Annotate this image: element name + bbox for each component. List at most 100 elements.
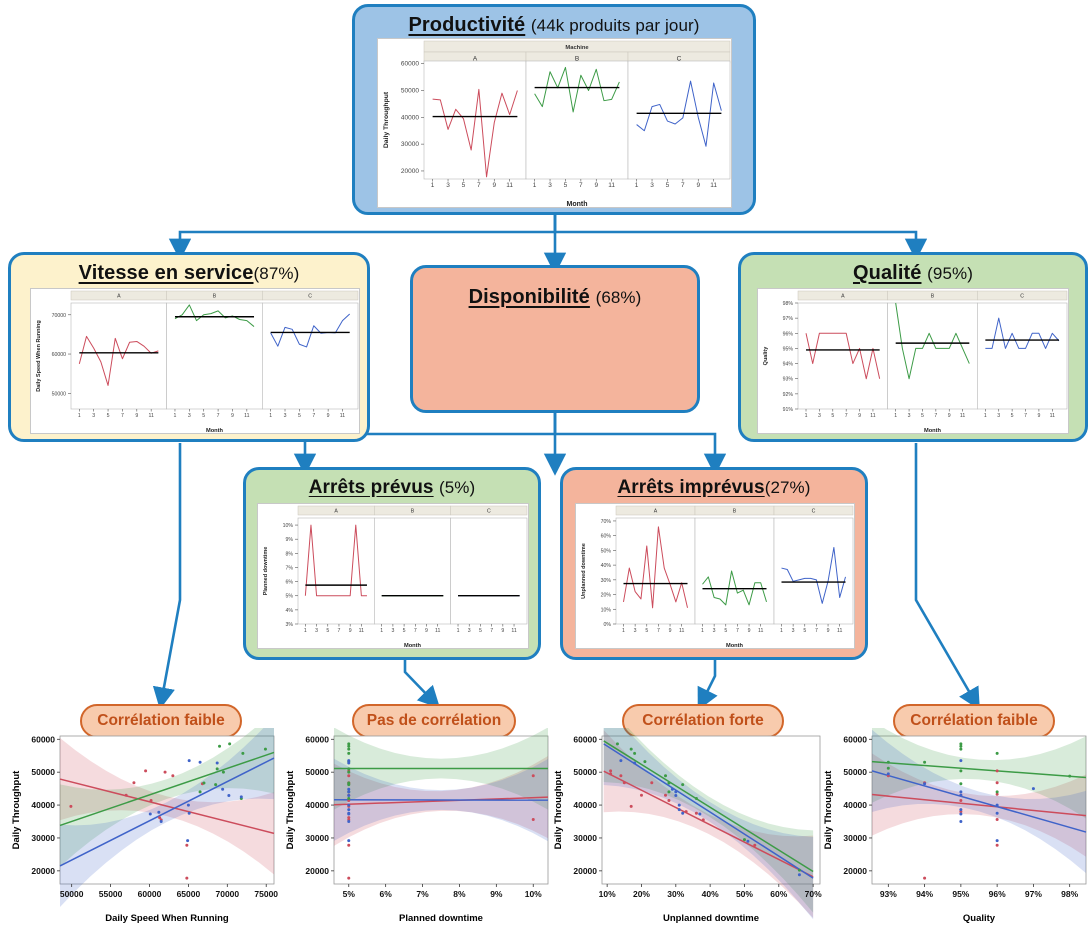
svg-text:3: 3 bbox=[713, 628, 716, 634]
svg-text:11: 11 bbox=[1050, 413, 1055, 419]
svg-text:6%: 6% bbox=[380, 889, 393, 899]
svg-text:60000: 60000 bbox=[305, 734, 329, 744]
svg-text:7%: 7% bbox=[416, 889, 429, 899]
svg-text:11: 11 bbox=[679, 628, 684, 634]
svg-text:3: 3 bbox=[548, 182, 552, 189]
svg-text:A: A bbox=[117, 294, 121, 300]
node-arrets-prevus-title: Arrêts prévus (5%) bbox=[308, 477, 476, 498]
svg-text:9: 9 bbox=[594, 182, 598, 189]
svg-text:30%: 30% bbox=[667, 889, 684, 899]
svg-text:50000: 50000 bbox=[52, 391, 67, 397]
svg-text:30000: 30000 bbox=[401, 141, 419, 148]
svg-text:1: 1 bbox=[269, 413, 272, 419]
svg-text:7: 7 bbox=[1024, 413, 1027, 419]
svg-text:50000: 50000 bbox=[31, 767, 55, 777]
chart-vitesse: A B C 50000 60000 70000 Daily Speed When Runni… bbox=[30, 288, 360, 434]
node-productivite-title: Productivité (44k produits par jour) bbox=[408, 14, 700, 36]
svg-text:5: 5 bbox=[921, 413, 924, 419]
svg-text:10%: 10% bbox=[283, 523, 294, 529]
svg-text:10%: 10% bbox=[601, 607, 612, 613]
svg-text:1: 1 bbox=[984, 413, 987, 419]
svg-text:7: 7 bbox=[217, 413, 220, 419]
chart-productivite: Machine A B C 20000 30000 40000 50000 60000 Daily… bbox=[377, 38, 732, 208]
svg-text:7: 7 bbox=[845, 413, 848, 419]
svg-text:60000: 60000 bbox=[401, 61, 419, 68]
svg-text:7: 7 bbox=[681, 182, 685, 189]
svg-text:40%: 40% bbox=[601, 563, 612, 569]
svg-text:9: 9 bbox=[1037, 413, 1040, 419]
svg-text:Daily Throughput: Daily Throughput bbox=[823, 770, 834, 849]
svg-text:20000: 20000 bbox=[31, 866, 55, 876]
node-disponibilite[interactable]: Disponibilité (68%) bbox=[410, 265, 700, 413]
svg-text:94%: 94% bbox=[783, 362, 794, 368]
svg-text:91%: 91% bbox=[783, 407, 794, 413]
svg-text:Daily Throughput: Daily Throughput bbox=[11, 770, 22, 849]
svg-text:Month: Month bbox=[206, 428, 224, 434]
svg-text:95%: 95% bbox=[783, 346, 794, 352]
svg-text:11: 11 bbox=[359, 628, 364, 634]
svg-text:A: A bbox=[334, 509, 338, 515]
svg-text:20000: 20000 bbox=[573, 866, 597, 876]
svg-text:95%: 95% bbox=[952, 889, 969, 899]
svg-text:70%: 70% bbox=[601, 519, 612, 525]
svg-text:9%: 9% bbox=[490, 889, 503, 899]
svg-text:5: 5 bbox=[326, 628, 329, 634]
svg-text:9: 9 bbox=[349, 628, 352, 634]
svg-text:9: 9 bbox=[327, 413, 330, 419]
svg-text:20000: 20000 bbox=[843, 866, 867, 876]
svg-text:3: 3 bbox=[908, 413, 911, 419]
scatter-speed: 20000 30000 40000 50000 60000 50000 55000 60000… bbox=[8, 728, 280, 926]
svg-text:1: 1 bbox=[304, 628, 307, 634]
svg-text:3: 3 bbox=[188, 413, 191, 419]
svg-text:B: B bbox=[213, 294, 217, 300]
svg-text:3: 3 bbox=[650, 182, 654, 189]
svg-text:7: 7 bbox=[815, 628, 818, 634]
svg-text:9: 9 bbox=[501, 628, 504, 634]
svg-text:5: 5 bbox=[666, 182, 670, 189]
scatter-quality: 20000 30000 40000 50000 60000 93% 94% 95% 96% 97%… bbox=[820, 728, 1092, 926]
svg-text:3: 3 bbox=[468, 628, 471, 634]
svg-text:1: 1 bbox=[701, 628, 704, 634]
svg-text:1: 1 bbox=[894, 413, 897, 419]
svg-text:3: 3 bbox=[315, 628, 318, 634]
svg-text:3%: 3% bbox=[286, 622, 294, 628]
scatter-planned: 20000 30000 40000 50000 60000 5% 6% 7% 8% 9% 10% Pl… bbox=[282, 728, 554, 926]
svg-text:9%: 9% bbox=[286, 537, 294, 543]
svg-text:7: 7 bbox=[934, 413, 937, 419]
svg-text:5: 5 bbox=[724, 628, 727, 634]
svg-text:5: 5 bbox=[1011, 413, 1014, 419]
svg-text:3: 3 bbox=[792, 628, 795, 634]
svg-text:7: 7 bbox=[121, 413, 124, 419]
svg-text:50000: 50000 bbox=[60, 889, 84, 899]
svg-text:Daily Throughput: Daily Throughput bbox=[285, 770, 296, 849]
svg-text:3: 3 bbox=[92, 413, 95, 419]
svg-text:50%: 50% bbox=[601, 548, 612, 554]
svg-text:93%: 93% bbox=[880, 889, 897, 899]
svg-text:5: 5 bbox=[479, 628, 482, 634]
svg-text:40000: 40000 bbox=[843, 800, 867, 810]
svg-text:7: 7 bbox=[477, 182, 481, 189]
svg-text:10%: 10% bbox=[599, 889, 616, 899]
svg-text:0%: 0% bbox=[604, 622, 612, 628]
svg-text:11: 11 bbox=[435, 628, 440, 634]
svg-text:40000: 40000 bbox=[31, 800, 55, 810]
svg-text:5: 5 bbox=[564, 182, 568, 189]
svg-text:3: 3 bbox=[391, 628, 394, 634]
svg-text:20%: 20% bbox=[633, 889, 650, 899]
svg-text:30000: 30000 bbox=[573, 833, 597, 843]
svg-text:7: 7 bbox=[579, 182, 583, 189]
svg-text:1: 1 bbox=[174, 413, 177, 419]
svg-text:97%: 97% bbox=[783, 316, 794, 322]
svg-text:Planned downtime: Planned downtime bbox=[263, 547, 269, 596]
svg-text:Unplanned downtime: Unplanned downtime bbox=[581, 543, 587, 599]
svg-text:70000: 70000 bbox=[215, 889, 239, 899]
svg-text:11: 11 bbox=[870, 413, 875, 419]
svg-text:75000: 75000 bbox=[254, 889, 278, 899]
svg-text:Daily Speed When Running: Daily Speed When Running bbox=[36, 320, 42, 392]
svg-text:5: 5 bbox=[202, 413, 205, 419]
scatter-unplanned: 20000 30000 40000 50000 60000 10% 20% 30% 40% 50%… bbox=[550, 728, 826, 926]
svg-text:A: A bbox=[654, 509, 658, 515]
svg-text:C: C bbox=[308, 294, 312, 300]
svg-text:11: 11 bbox=[506, 182, 513, 189]
svg-text:Daily Throughput: Daily Throughput bbox=[383, 91, 390, 148]
